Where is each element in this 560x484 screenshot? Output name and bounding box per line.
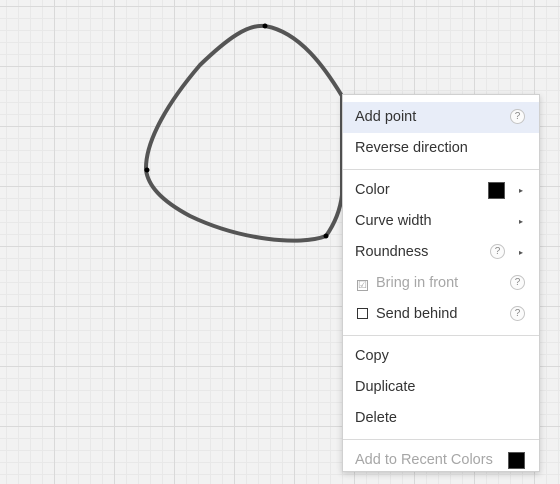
menu-item-add-point[interactable]: Add point ?	[343, 102, 539, 133]
menu-item-label: Send behind	[376, 306, 458, 322]
menu-item-add-to-recent-colors: Add to Recent Colors	[343, 445, 539, 476]
menu-item-color[interactable]: Color ▸	[343, 175, 539, 206]
help-icon[interactable]: ?	[510, 109, 525, 124]
menu-item-duplicate[interactable]: Duplicate	[343, 372, 539, 403]
submenu-arrow-icon: ▸	[518, 217, 523, 226]
menu-item-label: Roundness	[355, 244, 429, 260]
help-icon[interactable]: ?	[510, 275, 525, 290]
menu-item-label: Copy	[355, 348, 389, 364]
menu-item-curve-width[interactable]: Curve width ▸	[343, 206, 539, 237]
menu-separator	[343, 335, 539, 336]
submenu-arrow-icon: ▸	[518, 186, 523, 195]
menu-item-label: Add to Recent Colors	[355, 452, 493, 468]
menu-separator	[343, 439, 539, 440]
menu-item-bring-in-front: ☑ Bring in front ?	[343, 268, 539, 299]
menu-item-label: Bring in front	[376, 275, 459, 291]
send-behind-checkbox[interactable]	[357, 308, 368, 319]
menu-separator	[343, 169, 539, 170]
menu-item-label: Color	[355, 182, 390, 198]
closed-curve-shape[interactable]	[143, 23, 344, 243]
curve-point[interactable]	[144, 167, 150, 173]
menu-item-label: Reverse direction	[355, 140, 468, 156]
bring-in-front-checkbox: ☑	[357, 280, 368, 291]
menu-item-label: Delete	[355, 410, 397, 426]
color-swatch	[508, 452, 525, 469]
menu-item-reverse-direction[interactable]: Reverse direction	[343, 133, 539, 164]
menu-item-copy[interactable]: Copy	[343, 341, 539, 372]
curve-point[interactable]	[262, 23, 268, 29]
color-swatch	[488, 182, 505, 199]
menu-item-label: Add point	[355, 109, 417, 125]
menu-item-roundness[interactable]: Roundness ? ▸	[343, 237, 539, 268]
menu-item-send-behind[interactable]: Send behind ?	[343, 299, 539, 330]
help-icon[interactable]: ?	[490, 244, 505, 259]
context-menu: Add point ? Reverse direction Color ▸ Cu…	[342, 94, 540, 472]
menu-item-delete[interactable]: Delete	[343, 403, 539, 434]
help-icon[interactable]: ?	[510, 306, 525, 321]
curve-point[interactable]	[323, 233, 329, 239]
submenu-arrow-icon: ▸	[518, 248, 523, 257]
menu-item-label: Curve width	[355, 213, 432, 229]
menu-item-label: Duplicate	[355, 379, 416, 395]
